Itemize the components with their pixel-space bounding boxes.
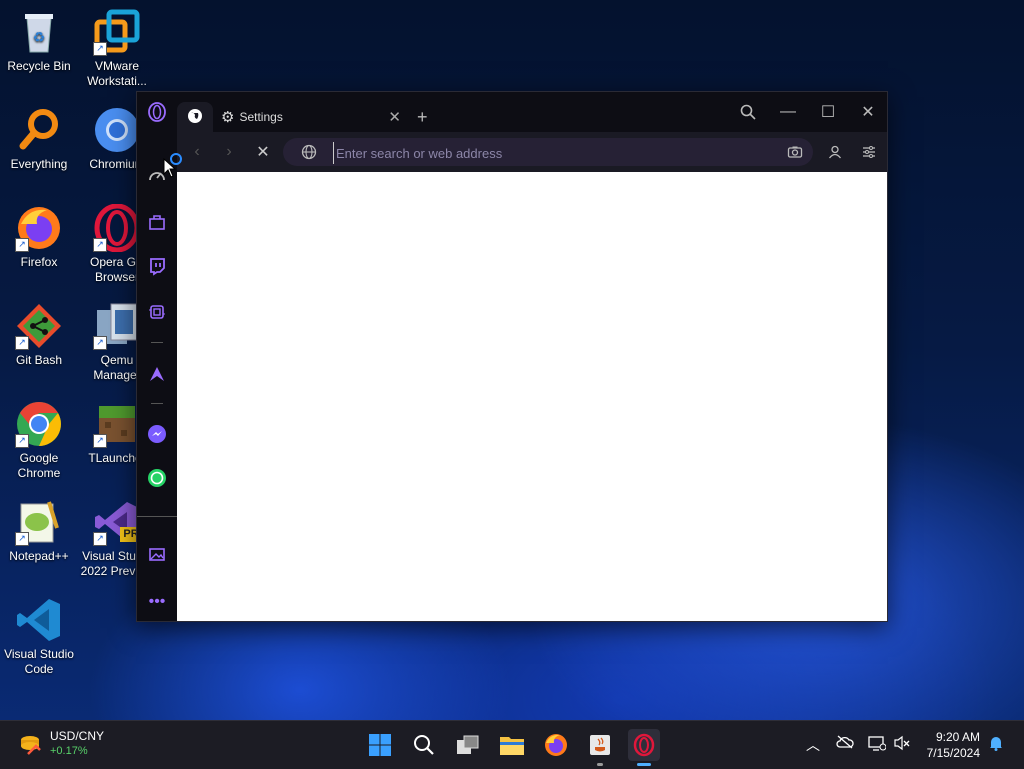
tlauncher-icon: ↗	[93, 400, 141, 448]
gallery-icon[interactable]	[145, 542, 169, 566]
whatsapp-icon[interactable]	[145, 466, 169, 490]
ticker-name: USD/CNY	[50, 729, 105, 743]
desktop-icon-notepad-plus-plus[interactable]: ↗ Notepad++	[0, 498, 78, 564]
desktop-icon-firefox[interactable]: ↗ Firefox	[0, 204, 78, 270]
shortcut-arrow-icon: ↗	[93, 532, 107, 546]
stop-loading-button[interactable]: ✕	[251, 140, 275, 164]
opera-gx-taskbar-icon[interactable]	[628, 729, 660, 766]
start-button[interactable]	[364, 729, 396, 761]
desktop-icon-label: Google Chrome	[17, 451, 61, 480]
everything-search-icon	[15, 106, 63, 154]
desktop-icon-vmware[interactable]: ↗ VMware Workstati...	[78, 8, 156, 89]
aria-icon[interactable]	[145, 362, 169, 386]
network-icon[interactable]	[868, 735, 887, 754]
back-button[interactable]: ‹	[185, 140, 209, 164]
gear-icon: ⚙	[221, 109, 235, 126]
java-app-icon[interactable]	[584, 729, 616, 766]
desktop-icon-label: Git Bash	[15, 353, 63, 367]
desktop-icon-label: Notepad++	[9, 549, 69, 563]
shortcut-arrow-icon: ↗	[15, 532, 29, 546]
recycle-bin-icon: ♻	[15, 8, 63, 56]
snapshot-camera-icon[interactable]	[787, 144, 803, 165]
desktop-icon-label: Recycle Bin	[7, 59, 71, 73]
desktop-icon-git-bash[interactable]: ↗ Git Bash	[0, 302, 78, 368]
visual-studio-icon: PRE ↗	[93, 498, 149, 546]
shortcut-arrow-icon: ↗	[93, 238, 107, 252]
taskbar-search-icon[interactable]	[408, 729, 440, 761]
sidebar-separator	[151, 342, 163, 343]
desktop-icon-label: Firefox	[20, 255, 58, 269]
globe-icon	[187, 108, 203, 127]
close-tab-icon[interactable]: ✕	[388, 108, 401, 126]
chromium-icon	[93, 106, 141, 154]
file-explorer-icon[interactable]	[496, 729, 528, 761]
tab-settings[interactable]: ⚙ Settings ✕	[221, 102, 411, 132]
close-window-button[interactable]: ✕	[853, 100, 883, 124]
desktop-icon-vscode[interactable]: Visual Studio Code	[0, 596, 78, 677]
tab-label: Settings	[239, 110, 283, 124]
task-view-icon[interactable]	[452, 729, 484, 761]
minimize-button[interactable]: —	[773, 100, 803, 124]
vmware-icon: ↗	[93, 8, 141, 56]
taskbar: USD/CNY +0.17% ︿ 9:20 AM 7/15/2024	[0, 720, 1024, 769]
cloud-offline-icon[interactable]	[836, 735, 854, 752]
hot-tabs-killer-icon[interactable]	[145, 300, 169, 324]
notification-bell-icon[interactable]	[988, 735, 1004, 754]
running-indicator	[597, 763, 603, 766]
tab-bar: ⚙ Settings ✕ + — ☐ ✕	[177, 92, 887, 132]
shortcut-arrow-icon: ↗	[15, 336, 29, 350]
shortcut-arrow-icon: ↗	[93, 336, 107, 350]
opera-gx-icon: ↗	[93, 203, 141, 253]
shortcut-arrow-icon: ↗	[15, 238, 29, 252]
account-icon[interactable]	[823, 140, 847, 164]
clock-time: 9:20 AM	[935, 730, 980, 744]
desktop-icon-label: Everything	[10, 157, 68, 171]
qemu-manager-icon: ↗	[93, 302, 141, 350]
site-info-globe-icon[interactable]	[301, 144, 317, 165]
sidebar-separator	[151, 403, 163, 404]
google-chrome-icon: ↗	[15, 400, 63, 448]
gx-corner-icon[interactable]	[145, 210, 169, 234]
desktop-icon-everything[interactable]: Everything	[0, 106, 78, 172]
address-input[interactable]	[333, 142, 758, 164]
desktop-icon-recycle-bin[interactable]: ♻ Recycle Bin	[0, 8, 78, 74]
easy-setup-menu-icon[interactable]	[857, 140, 881, 164]
opera-menu-icon[interactable]	[145, 100, 169, 124]
show-hidden-icons-chevron-icon[interactable]: ︿	[806, 735, 820, 755]
taskbar-clock[interactable]: 9:20 AM 7/15/2024	[927, 729, 980, 761]
desktop-icon-label: Visual Studio Code	[4, 647, 74, 676]
firefox-icon: ↗	[15, 204, 63, 252]
ticker-change: +0.17%	[50, 745, 88, 757]
browser-toolbar: ‹ › ✕	[177, 132, 887, 172]
page-content-area[interactable]	[177, 172, 887, 621]
address-bar[interactable]	[283, 138, 813, 166]
shortcut-arrow-icon: ↗	[93, 42, 107, 56]
loading-ring-icon	[170, 153, 182, 165]
sidebar-separator	[137, 516, 177, 517]
active-indicator	[637, 763, 651, 766]
maximize-button[interactable]: ☐	[813, 100, 843, 124]
firefox-taskbar-icon[interactable]	[540, 729, 572, 761]
shortcut-arrow-icon: ↗	[15, 434, 29, 448]
notepad-plus-plus-icon: ↗	[15, 498, 63, 546]
desktop-icon-google-chrome[interactable]: ↗ Google Chrome	[0, 400, 78, 481]
shortcut-arrow-icon: ↗	[93, 434, 107, 448]
messenger-icon[interactable]	[145, 422, 169, 446]
forward-button[interactable]: ›	[217, 140, 241, 164]
tab-speed-dial[interactable]	[177, 102, 213, 132]
new-tab-button[interactable]: +	[417, 102, 437, 132]
speaker-muted-icon[interactable]	[894, 735, 910, 754]
stock-ticker-widget[interactable]: USD/CNY +0.17%	[0, 721, 140, 769]
stock-coins-icon	[18, 732, 44, 763]
clock-date: 7/15/2024	[926, 746, 980, 760]
vscode-icon	[15, 596, 63, 644]
svg-text:♻: ♻	[33, 29, 46, 45]
opera-gx-window[interactable]: ••• ⚙ Settings ✕ + — ☐ ✕ ‹ › ✕	[136, 91, 888, 622]
desktop-icon-label: VMware Workstati...	[87, 59, 147, 88]
twitch-icon[interactable]	[145, 254, 169, 278]
git-bash-icon: ↗	[15, 302, 63, 350]
search-tabs-icon[interactable]	[733, 100, 763, 124]
more-options-icon[interactable]: •••	[145, 590, 169, 614]
